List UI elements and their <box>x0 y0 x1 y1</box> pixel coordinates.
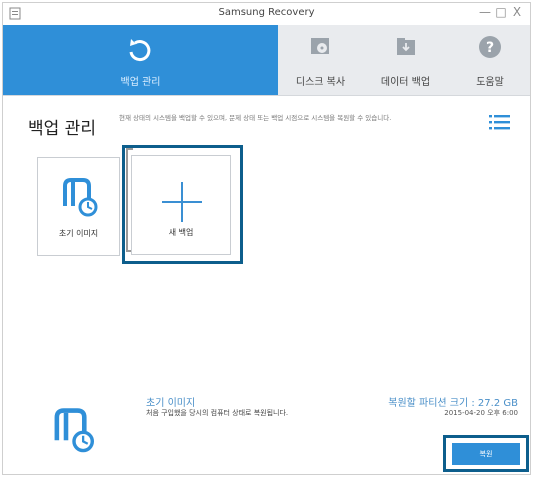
selected-item-description: 처음 구입했을 당시의 컴퓨터 상태로 복원됩니다. <box>146 409 289 417</box>
title-bar: Samsung Recovery — □ X <box>3 3 530 25</box>
tab-label: 디스크 복사 <box>295 77 346 88</box>
page-description: 현재 상태의 시스템을 백업할 수 있으며, 문제 상태 또는 백업 시점으로 … <box>119 114 392 122</box>
svg-text:?: ? <box>486 40 494 56</box>
tab-disk-copy[interactable]: 디스크 복사 <box>278 25 363 95</box>
partition-size: 복원할 파티션 크기 : 27.2 GB <box>388 398 518 409</box>
list-menu-icon[interactable] <box>489 113 511 131</box>
tab-data-backup[interactable]: 데이터 백업 <box>363 25 448 95</box>
backup-date: 2015-04-20 오후 6:00 <box>444 409 518 417</box>
initial-image-icon <box>54 408 94 453</box>
disk-copy-icon <box>310 38 329 54</box>
minimize-button[interactable]: — <box>477 5 493 19</box>
initial-image-icon <box>63 178 98 217</box>
data-backup-icon <box>396 38 415 55</box>
tab-label: 백업 관리 <box>120 77 161 88</box>
tab-label: 도움말 <box>476 77 504 88</box>
tab-label: 데이터 백업 <box>380 77 431 88</box>
app-window: Samsung Recovery — □ X 백업 관리 디스크 복사 데이터 … <box>2 2 531 475</box>
highlight-frame <box>122 145 243 264</box>
highlight-frame <box>443 435 529 472</box>
selected-item-title: 초기 이미지 <box>146 398 196 409</box>
restore-icon <box>129 39 151 62</box>
nav-header: 백업 관리 디스크 복사 데이터 백업 ? 도움말 <box>3 25 530 96</box>
initial-image-card[interactable]: 초기 이미지 <box>37 157 120 256</box>
window-title: Samsung Recovery <box>218 7 315 18</box>
help-icon: ? <box>479 36 501 58</box>
page-title: 백업 관리 <box>28 119 96 139</box>
card-label: 초기 이미지 <box>58 229 99 238</box>
tab-help[interactable]: ? 도움말 <box>448 25 532 95</box>
tab-backup-management[interactable]: 백업 관리 <box>3 25 278 95</box>
maximize-button[interactable]: □ <box>493 5 509 19</box>
close-button[interactable]: X <box>509 5 525 19</box>
